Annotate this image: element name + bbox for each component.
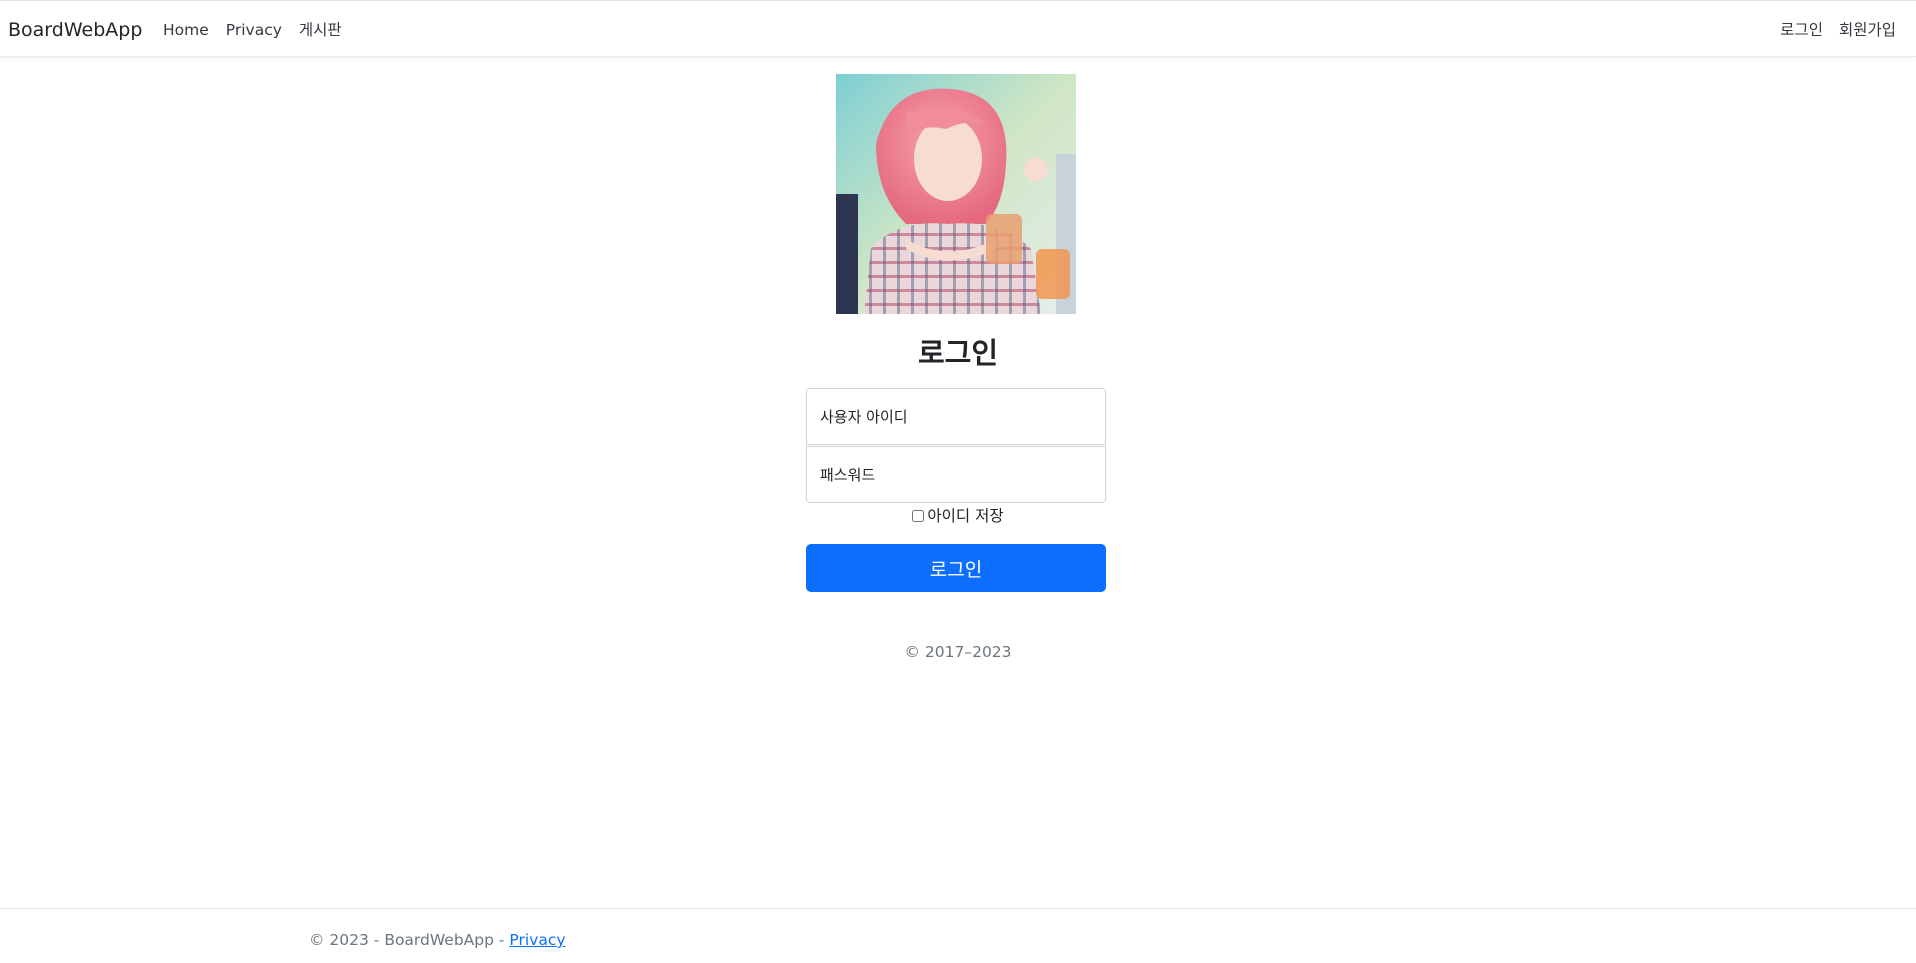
remember-id-label[interactable]: 아이디 저장 bbox=[927, 507, 1003, 525]
nav-right-links: 로그인 회원가입 bbox=[1780, 20, 1896, 40]
footer-privacy-link[interactable]: Privacy bbox=[509, 931, 565, 949]
login-submit-button[interactable]: 로그인 bbox=[806, 544, 1106, 592]
password-input[interactable] bbox=[806, 446, 1106, 503]
nav-board-link[interactable]: 게시판 bbox=[299, 20, 342, 40]
nav-signup-link[interactable]: 회원가입 bbox=[1839, 20, 1896, 40]
remember-id-row: 아이디 저장 bbox=[0, 505, 1916, 527]
page-footer: © 2023 - BoardWebApp - Privacy bbox=[0, 908, 1916, 963]
login-title: 로그인 bbox=[917, 336, 999, 370]
nav-privacy-link[interactable]: Privacy bbox=[226, 20, 282, 40]
brand-link[interactable]: BoardWebApp bbox=[8, 17, 142, 43]
nav-login-link[interactable]: 로그인 bbox=[1780, 20, 1823, 40]
nav-home-link[interactable]: Home bbox=[163, 20, 209, 40]
remember-id-checkbox[interactable] bbox=[912, 510, 925, 522]
top-navbar: BoardWebApp Home Privacy 게시판 로그인 회원가입 bbox=[0, 0, 1916, 57]
login-hero-image bbox=[836, 74, 1076, 314]
footer-copyright: © 2023 - BoardWebApp - bbox=[309, 931, 510, 949]
center-copyright: © 2017–2023 bbox=[904, 643, 1012, 661]
username-input[interactable] bbox=[806, 388, 1106, 445]
hero-photo bbox=[836, 74, 1076, 314]
nav-left-links: Home Privacy 게시판 bbox=[163, 20, 342, 40]
footer-text: © 2023 - BoardWebApp - Privacy bbox=[309, 930, 566, 950]
